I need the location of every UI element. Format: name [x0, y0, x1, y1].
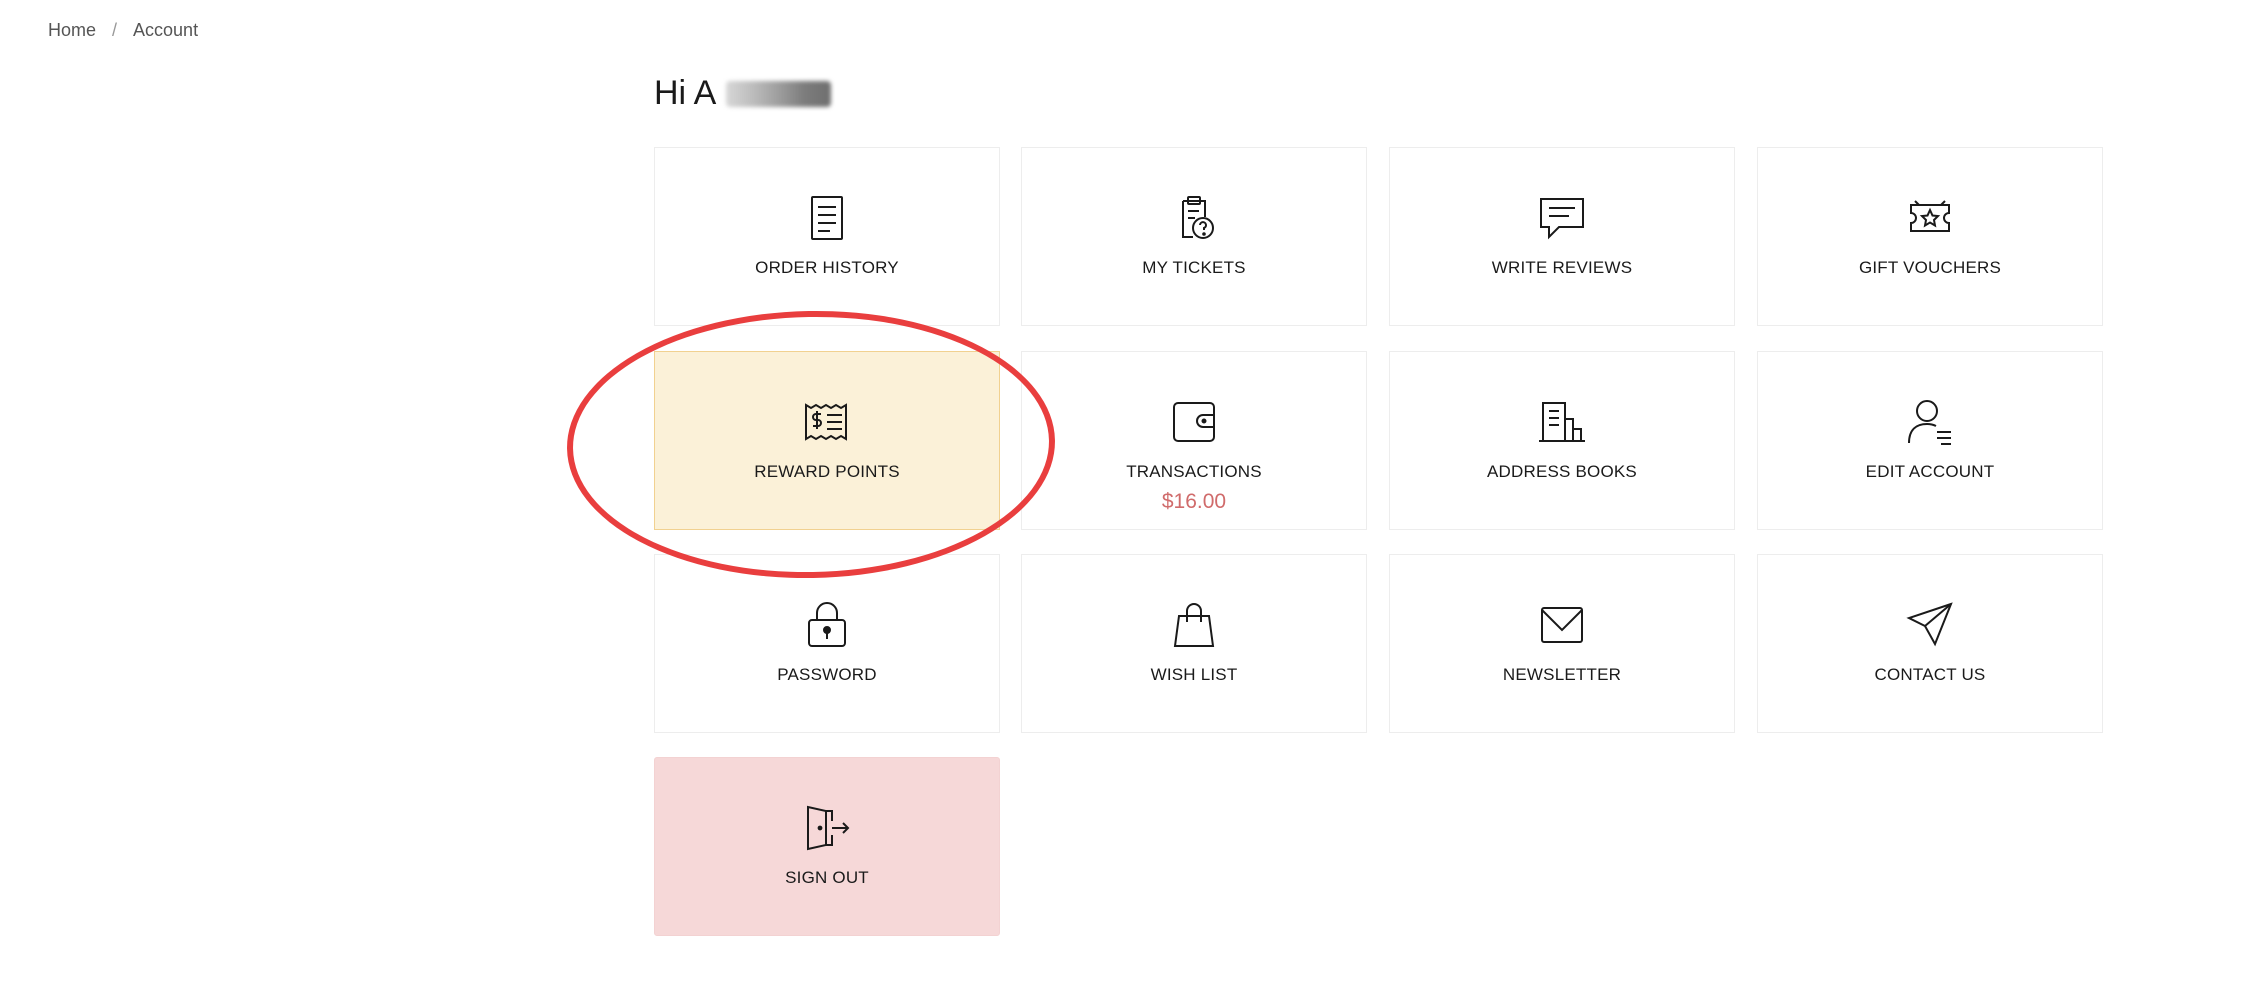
tile-label: GIFT VOUCHERS [1858, 258, 2002, 277]
padlock-icon [802, 600, 852, 655]
tile-reward-points[interactable]: REWARD POINTS [654, 351, 1000, 530]
document-list-icon [802, 193, 852, 248]
tile-label: ORDER HISTORY [755, 258, 899, 277]
tile-order-history[interactable]: ORDER HISTORY [654, 147, 1000, 326]
paper-plane-icon [1905, 600, 1955, 655]
shopping-bag-icon [1169, 600, 1219, 655]
tile-transactions[interactable]: TRANSACTIONS $16.00 [1021, 351, 1367, 530]
tile-label: PASSWORD [777, 665, 877, 684]
exit-door-icon [802, 803, 852, 858]
balance-amount: $16.00 [1161, 490, 1227, 513]
building-icon [1537, 397, 1587, 452]
tile-label: REWARD POINTS [754, 462, 900, 481]
greeting-text: Hi A [654, 74, 717, 112]
tile-write-reviews[interactable]: WRITE REVIEWS [1389, 147, 1735, 326]
wallet-icon [1169, 397, 1219, 452]
tile-newsletter[interactable]: NEWSLETTER [1389, 554, 1735, 733]
tile-my-tickets[interactable]: MY TICKETS [1021, 147, 1367, 326]
tile-label: SIGN OUT [785, 868, 869, 887]
tile-label: ADDRESS BOOKS [1487, 462, 1637, 481]
chat-bubble-icon [1537, 193, 1587, 248]
tile-label: CONTACT US [1874, 665, 1986, 684]
receipt-dollar-icon [802, 397, 852, 452]
tile-address-books[interactable]: ADDRESS BOOKS [1389, 351, 1735, 530]
breadcrumb: Home / Account [48, 20, 198, 41]
page-title: Hi A [654, 74, 832, 113]
tile-label: MY TICKETS [1142, 258, 1246, 277]
tile-wish-list[interactable]: WISH LIST [1021, 554, 1367, 733]
redacted-username [726, 80, 832, 107]
tile-sign-out[interactable]: SIGN OUT [654, 757, 1000, 936]
tile-label: WRITE REVIEWS [1491, 258, 1633, 277]
tile-label: EDIT ACCOUNT [1865, 462, 1995, 481]
clipboard-question-icon [1169, 193, 1219, 248]
tile-password[interactable]: PASSWORD [654, 554, 1000, 733]
breadcrumb-separator: / [112, 20, 118, 40]
tile-contact-us[interactable]: CONTACT US [1757, 554, 2103, 733]
tile-label: WISH LIST [1150, 665, 1238, 684]
tile-gift-vouchers[interactable]: GIFT VOUCHERS [1757, 147, 2103, 326]
tile-edit-account[interactable]: EDIT ACCOUNT [1757, 351, 2103, 530]
tile-label: TRANSACTIONS [1126, 462, 1262, 481]
breadcrumb-current: Account [133, 20, 199, 40]
voucher-star-icon [1905, 193, 1955, 248]
tile-label: NEWSLETTER [1502, 665, 1622, 684]
envelope-icon [1537, 600, 1587, 655]
breadcrumb-home-link[interactable]: Home [48, 20, 96, 41]
user-edit-icon [1905, 397, 1955, 452]
